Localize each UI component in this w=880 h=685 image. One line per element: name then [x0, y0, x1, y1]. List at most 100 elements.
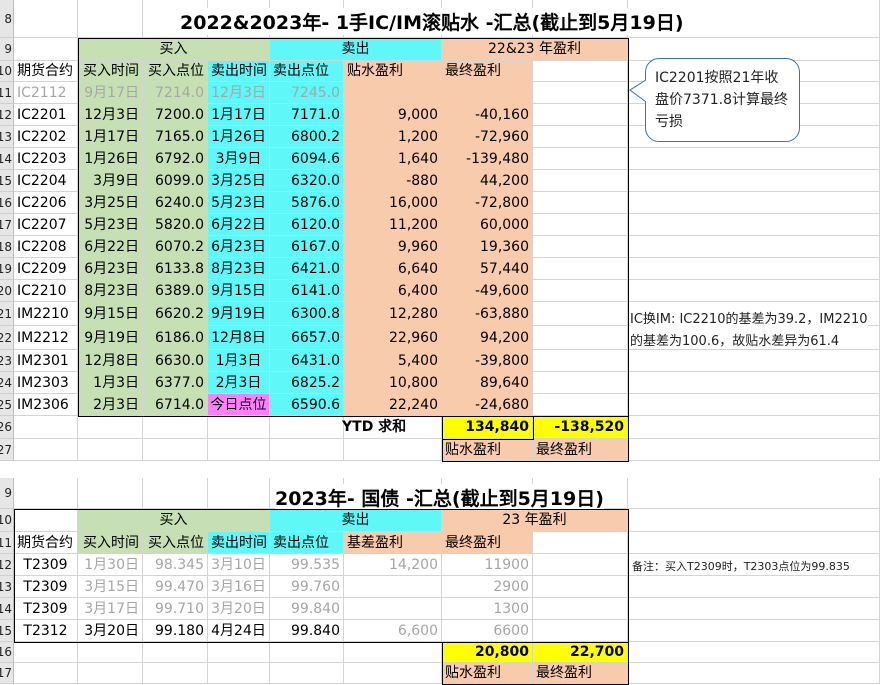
grid-cell[interactable]: [270, 663, 344, 684]
table1-cell[interactable]: 9,960: [344, 236, 442, 258]
row-header[interactable]: 8: [0, 0, 14, 38]
grid-cell[interactable]: [533, 394, 628, 416]
column-header[interactable]: 买入时间: [78, 61, 143, 82]
grid-cell[interactable]: [14, 38, 78, 61]
table1-cell[interactable]: -139,480: [442, 148, 533, 170]
table1-cell[interactable]: 9月15日: [78, 302, 143, 326]
grid-cell[interactable]: [533, 554, 628, 576]
table2-cell[interactable]: T2309: [14, 576, 78, 598]
table1-cell[interactable]: 今日点位: [208, 394, 270, 416]
grid-cell[interactable]: [344, 642, 442, 663]
row-header[interactable]: 10: [0, 509, 14, 532]
table2-cell[interactable]: 99.710: [143, 598, 208, 620]
table1-cell[interactable]: 5,400: [344, 350, 442, 372]
table1-cell[interactable]: 6620.2: [143, 302, 208, 326]
row-header[interactable]: 11: [0, 532, 14, 554]
grid-cell[interactable]: [78, 642, 143, 663]
table1-cell[interactable]: IC2208: [14, 236, 78, 258]
table1-cell[interactable]: 7245.0: [270, 82, 344, 104]
table1-cell[interactable]: 22,960: [344, 326, 442, 350]
grid-cell[interactable]: [270, 416, 344, 439]
table1-cell[interactable]: IC2209: [14, 258, 78, 280]
table2-cell[interactable]: 6,600: [344, 620, 442, 642]
table1-cell[interactable]: 94,200: [442, 326, 533, 350]
grid-cell[interactable]: [533, 170, 628, 192]
table1-cell[interactable]: 1,640: [344, 148, 442, 170]
table1-cell[interactable]: IM2301: [14, 350, 78, 372]
grid-cell[interactable]: [628, 509, 880, 532]
table2-cell[interactable]: [344, 576, 442, 598]
table1-cell[interactable]: 6月23日: [208, 236, 270, 258]
column-header[interactable]: 卖出时间: [208, 532, 270, 554]
table1-cell[interactable]: 7200.0: [143, 104, 208, 126]
table1-cell[interactable]: -63,880: [442, 302, 533, 326]
table1-cell[interactable]: IC2112: [14, 82, 78, 104]
grid-cell[interactable]: [533, 326, 628, 350]
row-header[interactable]: 18: [0, 236, 14, 258]
row-header[interactable]: 21: [0, 302, 14, 326]
table1-cell[interactable]: 6月23日: [78, 258, 143, 280]
table1-cell[interactable]: IC2210: [14, 280, 78, 302]
table1-cell[interactable]: 12月3日: [208, 82, 270, 104]
table2-cell[interactable]: 4月24日: [208, 620, 270, 642]
table1-cell[interactable]: 6800.2: [270, 126, 344, 148]
table1-cell[interactable]: 3月25日: [208, 170, 270, 192]
row-header[interactable]: 16: [0, 642, 14, 663]
table1-cell[interactable]: 3月25日: [78, 192, 143, 214]
table1-cell[interactable]: 1月3日: [208, 350, 270, 372]
grid-cell[interactable]: [628, 372, 880, 394]
table1-cell[interactable]: IC2207: [14, 214, 78, 236]
table1-cell[interactable]: 1,200: [344, 126, 442, 148]
grid-cell[interactable]: [14, 0, 78, 38]
row-header[interactable]: 14: [0, 598, 14, 620]
row-header[interactable]: 14: [0, 148, 14, 170]
table1-cell[interactable]: [442, 82, 533, 104]
column-header[interactable]: 卖出时间: [208, 61, 270, 82]
grid-cell[interactable]: [143, 439, 208, 461]
table1-cell[interactable]: 5月23日: [78, 214, 143, 236]
grid-cell[interactable]: [628, 532, 880, 554]
table2-cell[interactable]: 3月20日: [78, 620, 143, 642]
grid-cell[interactable]: [628, 170, 880, 192]
table1-cell[interactable]: 12,280: [344, 302, 442, 326]
grid-cell[interactable]: [344, 439, 442, 461]
table1-cell[interactable]: 6825.2: [270, 372, 344, 394]
table2-cell[interactable]: 99.760: [270, 576, 344, 598]
table2-cell[interactable]: 3月17日: [78, 598, 143, 620]
table1-cell[interactable]: 22,240: [344, 394, 442, 416]
table1-cell[interactable]: IM2210: [14, 302, 78, 326]
grid-cell[interactable]: [270, 439, 344, 461]
table2-cell[interactable]: 1300: [442, 598, 533, 620]
table2-cell[interactable]: 98.345: [143, 554, 208, 576]
table1-cell[interactable]: 6133.8: [143, 258, 208, 280]
row-header[interactable]: 11: [0, 82, 14, 104]
column-header[interactable]: 卖出点位: [270, 532, 344, 554]
grid-cell[interactable]: [628, 236, 880, 258]
table2-cell[interactable]: 99.470: [143, 576, 208, 598]
table1-cell[interactable]: 6167.0: [270, 236, 344, 258]
row-header[interactable]: 25: [0, 394, 14, 416]
group-sell[interactable]: 卖出: [270, 38, 442, 61]
grid-cell[interactable]: [533, 598, 628, 620]
column-header[interactable]: 最终盈利: [442, 61, 533, 82]
grid-cell[interactable]: [628, 394, 880, 416]
table1-cell[interactable]: 5876.0: [270, 192, 344, 214]
table1-cell[interactable]: 9月19日: [78, 326, 143, 350]
row-header[interactable]: 9: [0, 478, 14, 509]
grid-cell[interactable]: [628, 478, 880, 509]
grid-cell[interactable]: [628, 258, 880, 280]
grid-cell[interactable]: [14, 509, 78, 532]
grid-cell[interactable]: [533, 82, 628, 104]
column-header[interactable]: 期货合约: [14, 61, 78, 82]
comment-callout[interactable]: IC2201按照21年收盘价7371.8计算最终亏损: [645, 58, 800, 142]
grid-cell[interactable]: [143, 416, 208, 439]
column-header[interactable]: 买入点位: [143, 532, 208, 554]
grid-cell[interactable]: [344, 663, 442, 684]
table1-cell[interactable]: 6300.8: [270, 302, 344, 326]
table1-cell[interactable]: 6431.0: [270, 350, 344, 372]
grid-cell[interactable]: [628, 439, 880, 461]
grid-cell[interactable]: [208, 663, 270, 684]
table1-cell[interactable]: 6714.0: [143, 394, 208, 416]
grid-cell[interactable]: [208, 439, 270, 461]
ytd-sum-discount[interactable]: 134,840: [442, 416, 533, 439]
